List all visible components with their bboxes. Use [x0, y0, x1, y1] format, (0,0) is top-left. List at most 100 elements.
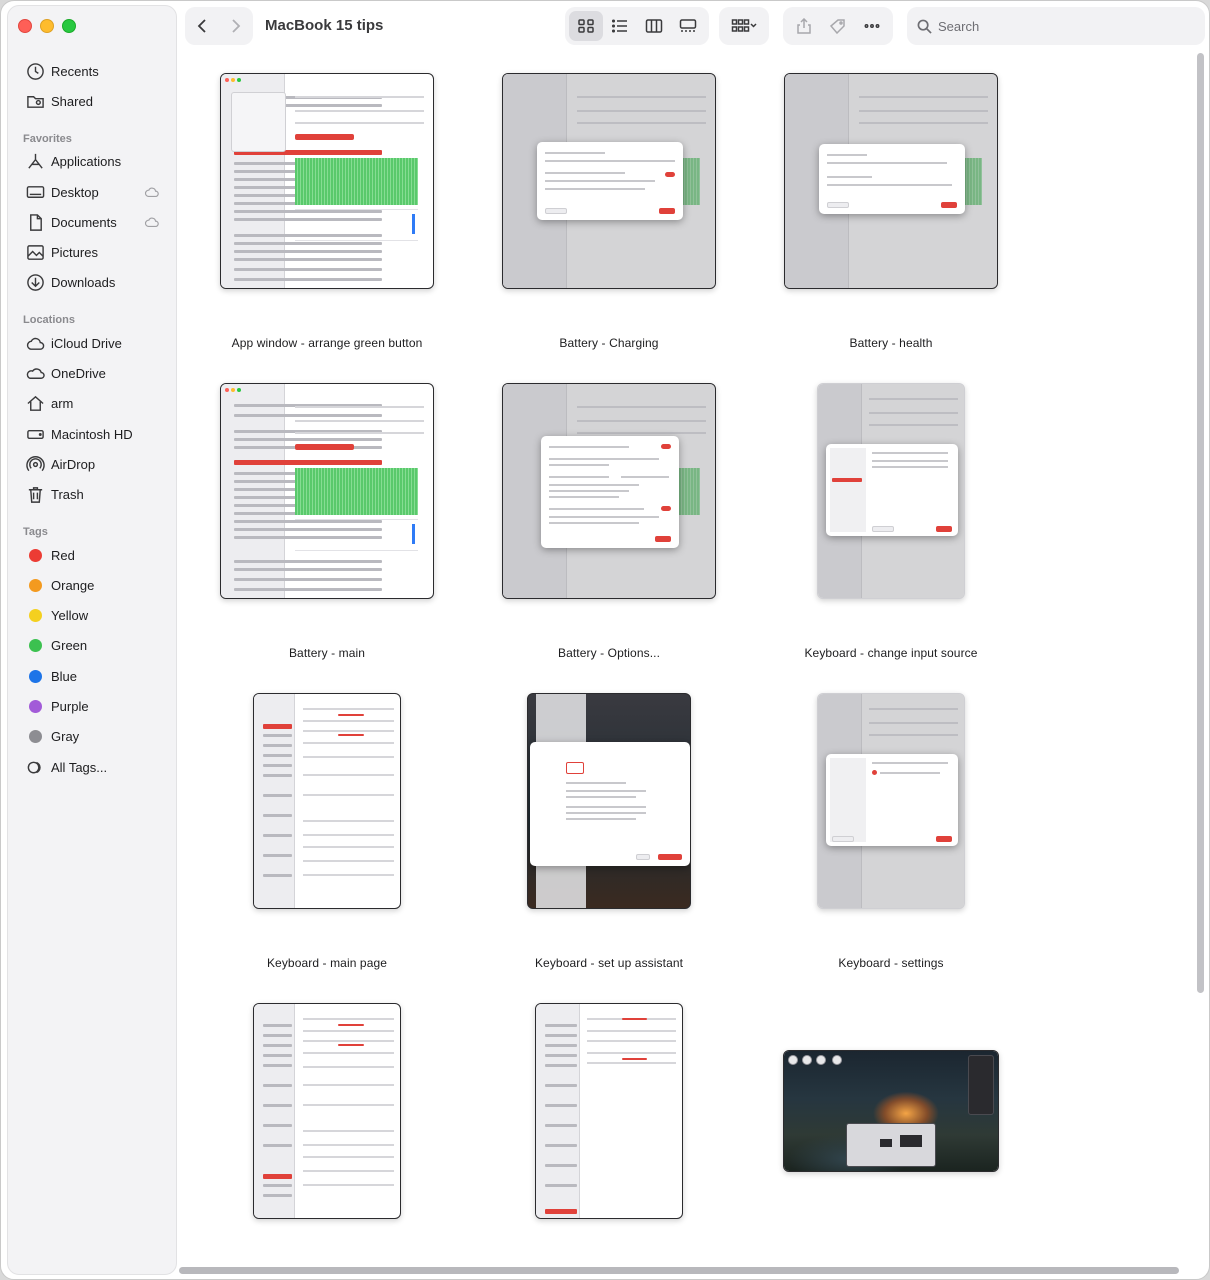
horizontal-scroll-knob[interactable] [179, 1267, 1179, 1274]
sidebar-item-recents[interactable]: Recents [8, 56, 176, 86]
file-item[interactable]: App window - arrange green button [186, 51, 468, 361]
file-thumbnail [817, 693, 965, 909]
tag-color-dot [28, 548, 42, 562]
window-controls [18, 19, 76, 33]
sidebar-item-label: Yellow [51, 608, 89, 624]
more-icon [864, 24, 880, 28]
icloud-icon [24, 333, 46, 353]
file-thumbnail [535, 1003, 683, 1219]
file-thumbnail [527, 693, 691, 909]
file-name: Battery - health [849, 336, 933, 350]
icloud-status-icon [144, 215, 160, 232]
sidebar-item-label: Desktop [51, 184, 99, 200]
sidebar-item-label: Applications [51, 154, 122, 170]
file-thumbnail [253, 1003, 401, 1219]
sidebar-item-shared[interactable]: Shared [8, 86, 176, 116]
file-item[interactable] [186, 981, 468, 1266]
sidebar-item-icloud-drive[interactable]: iCloud Drive [8, 328, 176, 358]
trash-icon [24, 485, 46, 505]
tag-button[interactable] [821, 11, 855, 41]
file-item[interactable]: Keyboard - main page [186, 671, 468, 981]
file-thumbnail [220, 73, 434, 289]
vertical-scroll-knob[interactable] [1197, 53, 1204, 993]
file-item[interactable]: Keyboard - change input source [750, 361, 1032, 671]
column-view-button[interactable] [637, 11, 671, 41]
pictures-icon [24, 243, 46, 263]
file-name: Battery - main [288, 646, 366, 660]
sidebar-item-label: Pictures [51, 245, 98, 261]
share-button[interactable] [787, 11, 821, 41]
file-item[interactable]: Battery - health [750, 51, 1032, 361]
sidebar-item-pictures[interactable]: Pictures [8, 237, 176, 267]
sidebar-item-label: AirDrop [51, 456, 96, 472]
document-icon [24, 212, 46, 232]
close-window-button[interactable] [18, 19, 32, 33]
group-by-menu[interactable] [719, 7, 769, 45]
horizontal-scrollbar[interactable] [179, 1265, 1197, 1275]
list-view-button[interactable] [603, 11, 637, 41]
search-input[interactable] [938, 18, 1178, 34]
sidebar-item-desktop[interactable]: Desktop [8, 177, 176, 207]
tag-color-dot [28, 669, 42, 683]
sidebar-item-all-tags[interactable]: All Tags... [8, 752, 176, 782]
applications-icon [24, 152, 46, 172]
file-name: Battery - Options... [557, 646, 661, 660]
list-view-icon [611, 19, 627, 33]
sidebar-item-label: All Tags... [51, 759, 108, 775]
sidebar-item-tag-green[interactable]: Green [8, 631, 176, 661]
onedrive-icon [24, 364, 46, 384]
sidebar-item-tag-yellow[interactable]: Yellow [8, 600, 176, 630]
sidebar-item-label: Downloads [51, 275, 116, 291]
file-item[interactable]: Battery - Charging [468, 51, 750, 361]
more-actions-button[interactable] [855, 11, 889, 41]
file-item[interactable]: Keyboard - set up assistant [468, 671, 750, 981]
airdrop-icon [24, 454, 46, 474]
shared-folder-icon [24, 91, 46, 111]
tag-color-dot [28, 609, 42, 623]
toolbar: MacBook 15 tips [185, 5, 1205, 47]
sidebar-item-tag-purple[interactable]: Purple [8, 691, 176, 721]
sidebar-item-documents[interactable]: Documents [8, 207, 176, 237]
file-item[interactable]: Battery - Options... [468, 361, 750, 671]
file-name: Keyboard - settings [838, 956, 944, 970]
sidebar-item-applications[interactable]: Applications [8, 147, 176, 177]
share-icon [797, 18, 811, 34]
file-name: Keyboard - main page [266, 956, 388, 970]
sidebar-item-label: Purple [51, 698, 89, 714]
file-item[interactable]: Keyboard - settings [750, 671, 1032, 981]
icon-view-button[interactable] [569, 11, 603, 41]
file-thumbnail [220, 383, 434, 599]
file-grid: App window - arrange green button Batter… [181, 51, 1195, 1266]
sidebar-item-airdrop[interactable]: AirDrop [8, 449, 176, 479]
search-field[interactable] [907, 7, 1205, 45]
search-icon [917, 19, 932, 34]
sidebar-item-macintosh-hd[interactable]: Macintosh HD [8, 419, 176, 449]
sidebar-item-downloads[interactable]: Downloads [8, 268, 176, 298]
sidebar-item-trash[interactable]: Trash [8, 480, 176, 510]
vertical-scrollbar[interactable] [1195, 53, 1205, 1275]
sidebar-item-label: Macintosh HD [51, 426, 133, 442]
chevron-right-icon [232, 19, 241, 33]
sidebar-item-tag-orange[interactable]: Orange [8, 570, 176, 600]
back-button[interactable] [185, 7, 219, 45]
forward-button[interactable] [219, 7, 253, 45]
file-thumbnail [784, 73, 998, 289]
group-by-button[interactable] [723, 11, 765, 41]
file-item[interactable] [750, 981, 1032, 1266]
gallery-view-button[interactable] [671, 11, 705, 41]
file-thumbnail [817, 383, 965, 599]
sidebar-item-onedrive[interactable]: OneDrive [8, 358, 176, 388]
sidebar-item-home[interactable]: arm [8, 389, 176, 419]
sidebar-item-tag-red[interactable]: Red [8, 540, 176, 570]
disk-icon [24, 424, 46, 444]
sidebar-item-tag-blue[interactable]: Blue [8, 661, 176, 691]
zoom-window-button[interactable] [62, 19, 76, 33]
file-name: App window - arrange green button [231, 336, 423, 350]
sidebar-item-tag-gray[interactable]: Gray [8, 722, 176, 752]
file-item[interactable]: Battery - main [186, 361, 468, 671]
desktop-icon [24, 182, 46, 202]
file-thumbnail [253, 693, 401, 909]
minimize-window-button[interactable] [40, 19, 54, 33]
chevron-left-icon [197, 19, 206, 33]
file-item[interactable] [468, 981, 750, 1266]
